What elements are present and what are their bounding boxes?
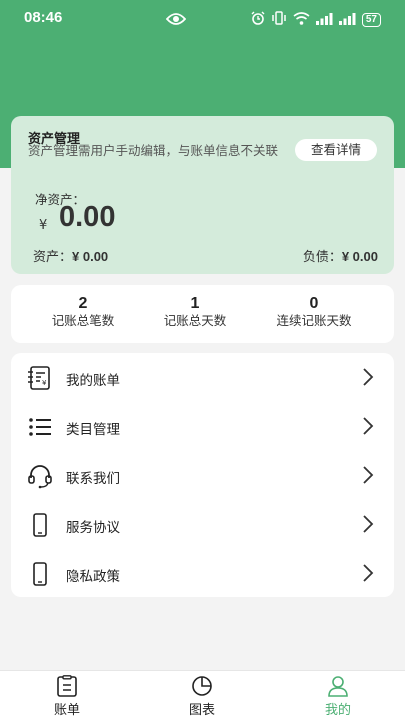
pie-chart-icon [190,675,214,701]
eye-icon [165,11,187,30]
menu-item-contact-us[interactable]: 联系我们 [11,451,394,499]
debt-summary: 负债：¥ 0.00 [303,246,378,265]
menu-item-my-bills[interactable]: ¥ 我的账单 [11,353,394,401]
chevron-right-icon [362,514,374,538]
debt-value: ¥ 0.00 [341,249,378,264]
chevron-right-icon [362,465,374,489]
menu-item-label: 服务协议 [66,520,120,536]
chevron-right-icon [362,367,374,391]
tab-label: 图表 [188,703,215,718]
chevron-right-icon [362,563,374,587]
stat-total-entries: 2 记账总笔数 [33,295,133,329]
signal-icon-2 [338,10,356,29]
tab-bills[interactable]: 账单 [27,671,107,721]
list-icon [27,414,53,440]
tab-label: 我的 [324,703,351,718]
bottom-tab-bar: 账单 图表 我的 [0,670,405,721]
stats-card: 2 记账总笔数 1 记账总天数 0 连续记账天数 [11,285,394,343]
currency-symbol: ¥ [39,218,48,233]
stat-value: 0 [309,295,319,312]
battery-indicator: 57 [361,12,381,27]
stat-value: 2 [78,295,88,312]
menu-item-label: 联系我们 [66,471,120,487]
tab-charts[interactable]: 图表 [162,671,242,721]
menu-item-label: 类目管理 [66,422,120,438]
asset-management-card: 资产管理 资产管理需用户手动编辑，与账单信息不关联 查看详情 净资产： ¥ 0.… [11,116,394,274]
chevron-right-icon [362,416,374,440]
wifi-icon [293,10,310,29]
assets-label: 资产： [33,250,73,265]
assets-value: ¥ 0.00 [72,249,109,264]
stat-label: 记账总笔数 [51,313,115,328]
signal-icon [315,10,333,29]
tab-mine[interactable]: 我的 [298,671,378,721]
svg-text:¥: ¥ [42,379,47,387]
headset-icon [27,463,53,489]
menu-item-label: 隐私政策 [66,569,120,585]
vibrate-icon [271,10,287,29]
assets-summary: 资产：¥ 0.00 [33,246,108,265]
menu-item-privacy-policy[interactable]: 隐私政策 [11,549,394,597]
menu-item-label: 我的账单 [66,373,120,389]
phone-icon [27,512,53,538]
bill-icon: ¥ [27,365,53,391]
net-assets-value: 0.00 [59,201,116,233]
user-icon [326,675,350,701]
menu-card: ¥ 我的账单 类目管理 联系我们 服务协议 隐私政策 [11,353,394,597]
menu-item-service-agreement[interactable]: 服务协议 [11,500,394,548]
tab-label: 账单 [53,703,80,718]
asset-card-description: 资产管理需用户手动编辑，与账单信息不关联 [28,143,279,158]
stat-label: 连续记账天数 [276,313,352,328]
stat-streak-days: 0 连续记账天数 [259,295,369,329]
clipboard-icon [55,675,79,701]
menu-item-category-management[interactable]: 类目管理 [11,402,394,450]
phone-icon [27,561,53,587]
alarm-icon [251,10,265,29]
status-time: 08:46 [24,9,63,26]
stat-label: 记账总天数 [163,313,227,328]
view-details-button[interactable]: 查看详情 [295,139,377,161]
debt-label: 负债： [302,250,342,265]
status-bar: 08:46 57 [0,0,405,36]
stat-total-days: 1 记账总天数 [145,295,245,329]
stat-value: 1 [190,295,200,312]
status-icons: 57 [251,10,381,29]
